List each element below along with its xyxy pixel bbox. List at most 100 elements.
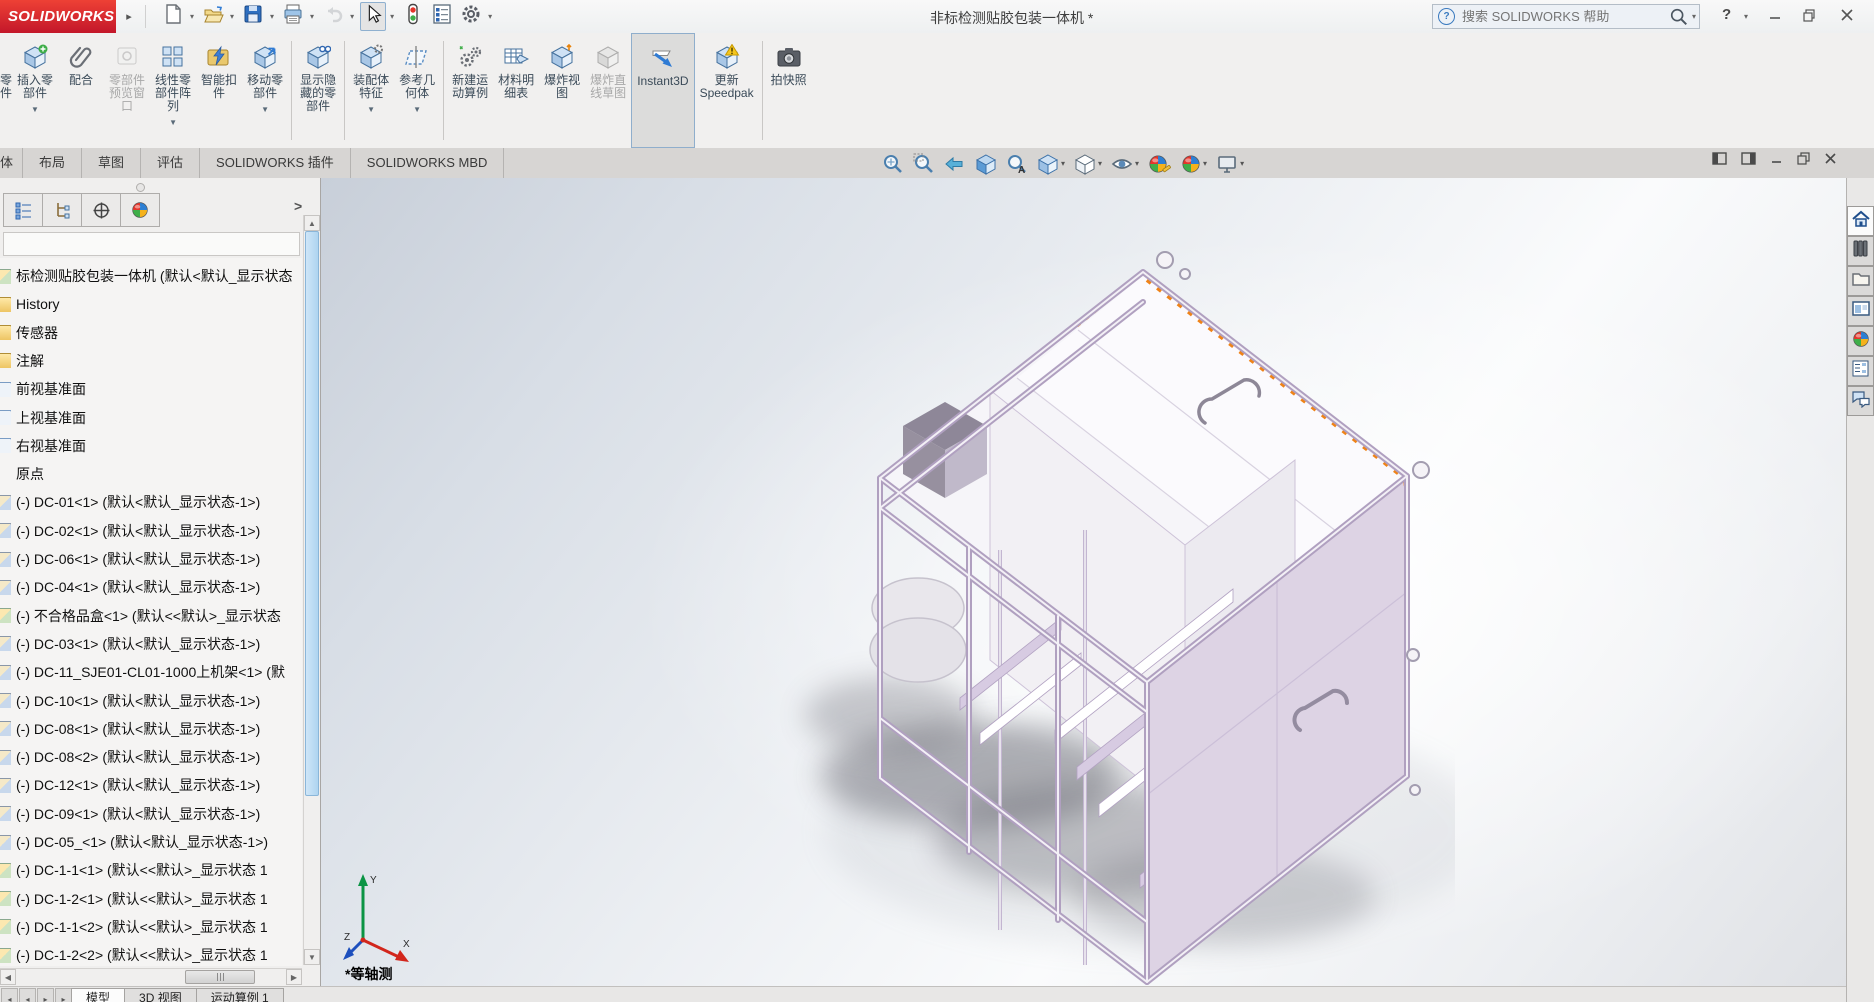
command-tab-3[interactable]: 评估 <box>141 148 201 178</box>
restore-doc-icon[interactable] <box>1797 152 1810 170</box>
command-tab-4[interactable]: SOLIDWORKS 插件 <box>200 148 351 178</box>
apply-scene-icon[interactable]: ▾ <box>1181 154 1207 174</box>
command-tab-2[interactable]: 草图 <box>82 148 142 178</box>
move-component[interactable]: 移动零 部件 ▼ <box>242 33 288 148</box>
smart-fasteners[interactable]: 智能扣件 <box>196 33 242 148</box>
command-tab-1[interactable]: 布局 <box>23 148 83 178</box>
tree-item[interactable]: (-) DC-02<1> (默认<默认_显示状态-1>) <box>0 517 302 545</box>
print-button[interactable] <box>280 3 306 30</box>
panel-collapse-dot[interactable] <box>136 183 145 192</box>
view-settings-icon[interactable]: ▾ <box>1216 153 1244 175</box>
save-dropdown-icon[interactable]: ▾ <box>270 12 274 21</box>
update-speedpak[interactable]: 更新 Speedpak <box>695 33 759 148</box>
scroll-thumb[interactable] <box>305 231 319 796</box>
help-search[interactable]: ? ▾ <box>1432 4 1700 29</box>
task-pane-home-button[interactable] <box>1847 206 1874 236</box>
tree-item[interactable]: 传感器 <box>0 319 302 347</box>
command-tab-0[interactable]: 体 <box>0 148 23 178</box>
pane-right-icon[interactable] <box>1741 152 1756 170</box>
task-pane-design-library-button[interactable] <box>1847 236 1874 266</box>
assembly-features[interactable]: 装配体 特征 ▼ <box>348 33 394 148</box>
display-manager-tab[interactable] <box>120 193 160 227</box>
insert-components-dropdown-icon[interactable]: ▼ <box>31 103 39 116</box>
minimize-doc-icon[interactable] <box>1770 152 1783 170</box>
tree-item[interactable]: (-) 不合格品盒<1> (默认<<默认>_显示状态 <box>0 602 302 630</box>
restore-button[interactable] <box>1802 8 1816 27</box>
take-snapshot[interactable]: 拍快照 <box>766 33 812 148</box>
display-style-dropdown-icon[interactable]: ▾ <box>1098 159 1102 168</box>
search-input[interactable] <box>1460 8 1669 25</box>
select-cursor-button[interactable] <box>360 2 387 31</box>
toolbar-flyout-icon[interactable]: ▸ <box>121 5 146 28</box>
tree-item[interactable]: (-) DC-05_<1> (默认<默认_显示状态-1>) <box>0 828 302 856</box>
panel-expand-arrow[interactable]: > <box>294 198 302 214</box>
previous-view-icon[interactable] <box>944 153 966 175</box>
task-pane-custom-properties-button[interactable] <box>1847 356 1874 386</box>
tree-item[interactable]: (-) DC-04<1> (默认<默认_显示状态-1>) <box>0 573 302 601</box>
view-orientation-icon[interactable]: ▾ <box>1037 153 1065 175</box>
assembly-features-dropdown-icon[interactable]: ▼ <box>367 103 375 116</box>
tree-item[interactable]: (-) DC-09<1> (默认<默认_显示状态-1>) <box>0 800 302 828</box>
insert-components[interactable]: 插入零 部件 ▼ <box>12 33 58 148</box>
tree-item[interactable]: (-) DC-1-1<2> (默认<<默认>_显示状态 1 <box>0 913 302 941</box>
tree-item[interactable]: (-) DC-03<1> (默认<默认_显示状态-1>) <box>0 630 302 658</box>
help-caret-icon[interactable]: ▾ <box>1744 12 1748 21</box>
save-button[interactable] <box>240 3 266 30</box>
tree-item[interactable]: (-) DC-06<1> (默认<默认_显示状态-1>) <box>0 545 302 573</box>
scroll-down-arrow[interactable]: ▼ <box>304 949 320 965</box>
machine-model[interactable] <box>755 230 1455 986</box>
open-document-button[interactable] <box>200 3 226 30</box>
hide-show-items-dropdown-icon[interactable]: ▾ <box>1135 159 1139 168</box>
options-gear-dropdown-icon[interactable]: ▾ <box>488 12 492 21</box>
apply-scene-dropdown-icon[interactable]: ▾ <box>1203 159 1207 168</box>
task-pane-appearances-scenes-button[interactable] <box>1847 326 1874 356</box>
tree-root-item[interactable]: 标检测贴胶包装一体机 (默认<默认_显示状态 <box>0 262 302 290</box>
select-cursor-dropdown-icon[interactable]: ▾ <box>390 12 394 21</box>
scroll-right-arrow[interactable]: ▶ <box>286 969 302 985</box>
zoom-to-area-icon[interactable] <box>913 153 935 175</box>
options-gear-button[interactable] <box>458 3 484 30</box>
doc-tab-nav-first-icon[interactable]: ◂ <box>1 988 18 1002</box>
task-pane-file-explorer-button[interactable] <box>1847 266 1874 296</box>
view-orientation-dropdown-icon[interactable]: ▾ <box>1061 159 1065 168</box>
task-list-button[interactable] <box>429 3 455 30</box>
tree-item[interactable]: 注解 <box>0 347 302 375</box>
zoom-to-fit-icon[interactable] <box>882 153 904 175</box>
tree-item[interactable]: 原点 <box>0 460 302 488</box>
close-doc-icon[interactable] <box>1824 152 1837 170</box>
tree-horizontal-scrollbar[interactable]: ◀ ▶ <box>0 968 302 985</box>
new-document-button[interactable] <box>160 3 186 30</box>
command-tab-5[interactable]: SOLIDWORKS MBD <box>351 148 505 178</box>
close-button[interactable] <box>1840 8 1854 27</box>
edit-appearance-icon[interactable] <box>1148 154 1172 174</box>
open-document-dropdown-icon[interactable]: ▾ <box>230 12 234 21</box>
linear-component-pattern[interactable]: 线性零 部件阵列 ▼ <box>150 33 196 148</box>
panel-filter-box[interactable] <box>3 232 300 256</box>
tree-item[interactable]: (-) DC-01<1> (默认<默认_显示状态-1>) <box>0 488 302 516</box>
doc-tab-nav-next-icon[interactable]: ▸ <box>37 988 54 1002</box>
component-preview-window[interactable]: 零部件 预览窗口 <box>104 33 150 148</box>
tree-item[interactable]: (-) DC-12<1> (默认<默认_显示状态-1>) <box>0 771 302 799</box>
reference-geometry[interactable]: 参考几 何体 ▼ <box>394 33 440 148</box>
search-icon[interactable] <box>1669 7 1689 27</box>
reference-geometry-dropdown-icon[interactable]: ▼ <box>413 103 421 116</box>
section-view-icon[interactable] <box>975 153 997 175</box>
minimize-button[interactable] <box>1768 8 1782 27</box>
doc-tab-模型[interactable]: 模型 <box>71 988 126 1002</box>
scroll-up-arrow[interactable]: ▲ <box>304 215 320 231</box>
tree-item[interactable]: 前视基准面 <box>0 375 302 403</box>
doc-tab-nav-last-icon[interactable]: ▸ <box>55 988 72 1002</box>
tree-item[interactable]: (-) DC-08<2> (默认<默认_显示状态-1>) <box>0 743 302 771</box>
configuration-manager-tab[interactable] <box>81 193 121 227</box>
search-caret-icon[interactable]: ▾ <box>1692 12 1696 21</box>
exploded-view[interactable]: 爆炸视图 <box>539 33 585 148</box>
mate[interactable]: 配合 <box>58 33 104 148</box>
tree-item[interactable]: (-) DC-08<1> (默认<默认_显示状态-1>) <box>0 715 302 743</box>
scroll-left-arrow[interactable]: ◀ <box>0 969 16 985</box>
feature-manager-tab[interactable] <box>3 193 43 227</box>
new-document-dropdown-icon[interactable]: ▾ <box>190 12 194 21</box>
graphics-viewport[interactable]: Y X Z *等轴测 <box>321 178 1846 986</box>
hide-show-items-icon[interactable]: ▾ <box>1111 153 1139 175</box>
doc-tab-nav-previous-icon[interactable]: ◂ <box>19 988 36 1002</box>
doc-tab-3D 视图[interactable]: 3D 视图 <box>124 988 197 1002</box>
